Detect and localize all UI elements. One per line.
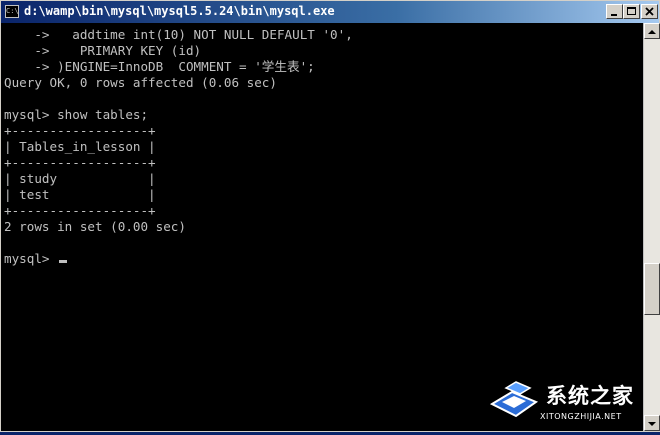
console-app-icon[interactable]: C:\ [5, 5, 19, 18]
console-window: C:\ d:\wamp\bin\mysql\mysql5.5.24\bin\my… [0, 0, 660, 432]
table-border: +------------------+ [4, 155, 156, 170]
mysql-prompt: mysql> [4, 251, 58, 266]
console-line: -> PRIMARY KEY (id) [4, 43, 202, 58]
title-bar[interactable]: C:\ d:\wamp\bin\mysql\mysql5.5.24\bin\my… [1, 1, 659, 23]
close-button[interactable] [641, 4, 658, 19]
close-icon [645, 7, 654, 16]
table-row: | test | [4, 187, 156, 202]
table-border: +------------------+ [4, 203, 156, 218]
minimize-icon [611, 14, 617, 16]
rows-in-set-line: 2 rows in set (0.00 sec) [4, 219, 186, 234]
table-header: | Tables_in_lesson | [4, 139, 156, 154]
scroll-up-button[interactable] [644, 23, 660, 39]
watermark: 系统之家 XITONGZHIJIA.NET [482, 376, 658, 430]
prompt-line[interactable]: mysql> [4, 251, 643, 267]
show-tables-command: mysql> show tables; [4, 107, 149, 122]
vertical-scrollbar[interactable] [643, 23, 660, 431]
watermark-logo-icon [489, 381, 539, 418]
table-border: +------------------+ [4, 123, 156, 138]
maximize-icon [627, 7, 636, 15]
window-title: d:\wamp\bin\mysql\mysql5.5.24\bin\mysql.… [24, 4, 335, 18]
query-ok-line: Query OK, 0 rows affected (0.06 sec) [4, 75, 277, 90]
text-cursor [59, 260, 68, 263]
minimize-button[interactable] [606, 4, 623, 19]
watermark-site: XITONGZHIJIA.NET [540, 412, 622, 421]
console-output[interactable]: -> addtime int(10) NOT NULL DEFAULT '0',… [1, 23, 643, 431]
console-line: -> )ENGINE=InnoDB COMMENT = '学生表'; [4, 59, 315, 74]
arrow-up-icon [648, 30, 656, 34]
scrollbar-thumb[interactable] [644, 263, 660, 315]
table-row: | study | [4, 171, 156, 186]
watermark-name: 系统之家 [546, 384, 634, 408]
console-line: -> addtime int(10) NOT NULL DEFAULT '0', [4, 27, 353, 42]
maximize-button[interactable] [623, 4, 640, 19]
